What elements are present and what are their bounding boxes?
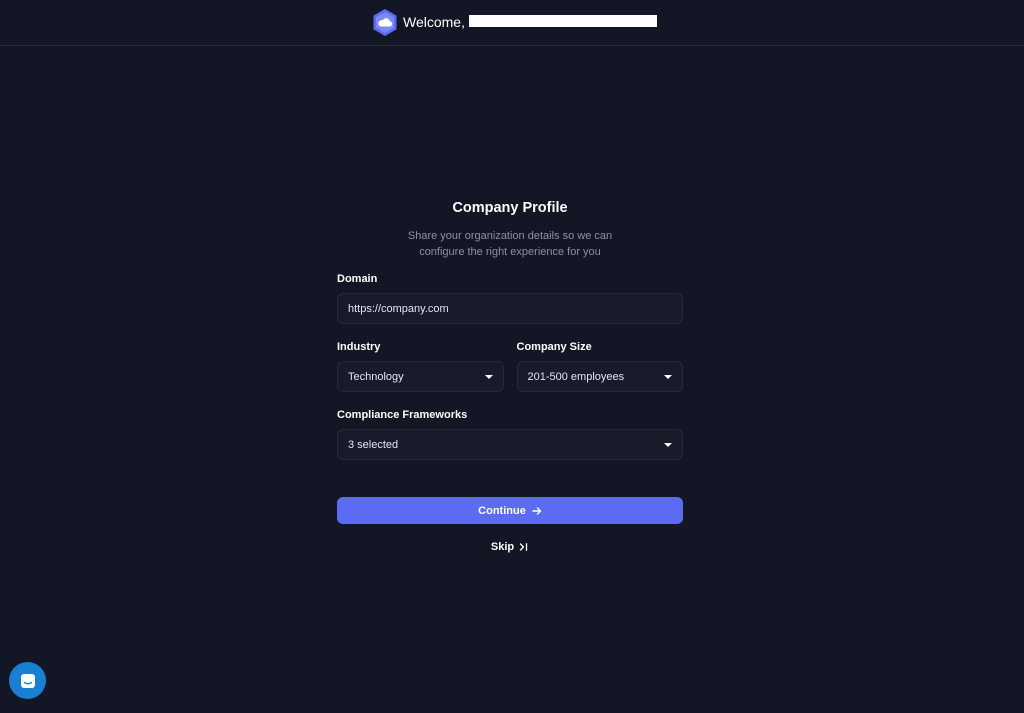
industry-select[interactable]: Technology [337,361,504,392]
company-size-group: Company Size 201-500 employees [516,340,683,392]
domain-value: https://company.com [348,302,449,315]
top-bar: Welcome, [0,0,1024,46]
welcome-text: Welcome, [403,14,657,30]
domain-group: Domain https://company.com [337,272,683,324]
compliance-group: Compliance Frameworks 3 selected [337,408,683,460]
continue-label: Continue [478,504,526,517]
caret-down-icon [484,375,493,379]
company-size-label: Company Size [516,341,592,353]
page-subtitle: Share your organization details so we ca… [337,228,683,260]
company-profile-form: Company Profile Share your organization … [337,198,683,553]
industry-label: Industry [337,341,381,353]
page-title: Company Profile [452,200,568,216]
logo-icon [373,8,397,36]
industry-value: Technology [348,370,404,383]
subtitle-line-1: Share your organization details so we ca… [407,230,613,242]
caret-down-icon [664,443,672,447]
compliance-value: 3 selected [348,438,399,451]
skip-label: Skip [490,541,515,553]
skip-to-end-icon [519,543,528,551]
compliance-label: Compliance Frameworks [337,409,468,421]
chat-bubble-icon [20,673,35,688]
chat-launcher-button[interactable] [9,662,46,699]
domain-label: Domain [337,273,378,285]
company-size-select[interactable]: 201-500 employees [516,361,683,392]
welcome-label: Welcome, [403,14,465,30]
continue-button[interactable]: Continue [337,497,683,524]
caret-down-icon [664,375,672,379]
brand: Welcome, [373,8,657,36]
domain-input[interactable]: https://company.com [337,293,683,324]
skip-button[interactable]: Skip [337,541,683,553]
compliance-select[interactable]: 3 selected [337,429,683,460]
industry-size-row: Industry Technology Company Size 201-500… [337,340,683,392]
redacted-user-name [468,15,657,28]
company-size-value: 201-500 employees [527,370,625,383]
arrow-right-icon [532,506,542,515]
industry-group: Industry Technology [337,340,504,392]
subtitle-line-2: configure the right experience for you [419,246,601,258]
